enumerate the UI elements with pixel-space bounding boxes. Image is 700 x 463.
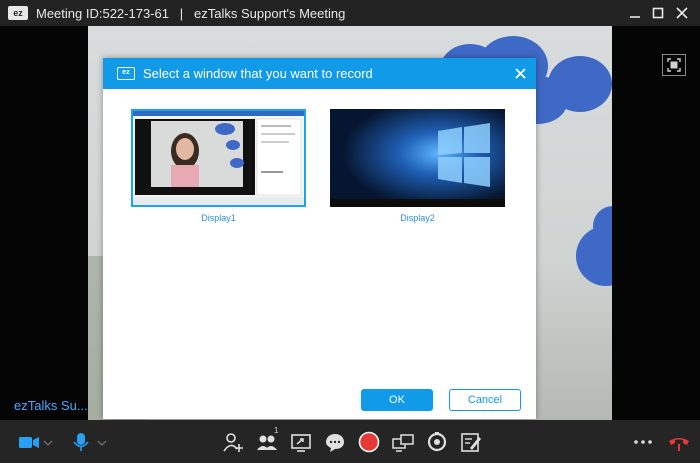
whiteboard-button[interactable] [460,431,482,453]
fullscreen-button[interactable] [662,54,686,76]
participant-name: ezTalks Su... [14,398,88,413]
layout-icon [392,434,414,452]
timer-button[interactable] [426,431,448,453]
maximize-icon [652,7,664,19]
dialog-header: ez Select a window that you want to reco… [103,58,536,89]
share-screen-icon [291,434,311,452]
microphone-icon [73,433,89,451]
minimize-icon [630,16,640,18]
more-icon [634,440,652,444]
invite-icon [223,433,243,452]
close-icon [515,68,526,79]
cloud-decoration [548,56,612,112]
video-options-dropdown[interactable] [42,431,54,453]
video-camera-icon [19,437,39,448]
display1-preview-image [133,111,304,205]
cancel-button[interactable]: Cancel [449,389,521,411]
participants-count-badge: 1 [274,426,279,435]
display2-label[interactable]: Display2 [330,213,505,223]
close-button[interactable] [669,0,695,26]
fullscreen-icon [667,58,681,72]
app-logo: ez [8,6,28,20]
chat-button[interactable] [324,431,346,453]
chat-icon [326,434,344,452]
hang-up-icon [669,438,689,451]
display2-thumbnail[interactable] [330,109,505,207]
maximize-button[interactable] [645,0,671,26]
dialog-close-button[interactable] [513,66,528,81]
layout-button[interactable] [392,431,414,453]
record-window-dialog: ez Select a window that you want to reco… [103,58,536,419]
close-icon [676,7,688,19]
display1-label[interactable]: Display1 [131,213,306,223]
dialog-app-icon: ez [117,67,135,80]
microphone-button[interactable] [70,431,92,453]
title-bar: ez Meeting ID:522-173-61 | ezTalks Suppo… [0,0,700,26]
meeting-toolbar [0,420,700,463]
share-screen-button[interactable] [290,431,312,453]
timer-icon [427,432,447,452]
record-button[interactable] [358,431,380,453]
more-button[interactable] [632,431,654,453]
hang-up-button[interactable] [668,431,690,453]
invite-button[interactable] [222,431,244,453]
audio-options-dropdown[interactable] [96,431,108,453]
window-title: Meeting ID:522-173-61 | ezTalks Support'… [36,6,346,21]
chevron-down-icon [97,440,107,446]
ok-button[interactable]: OK [361,389,433,411]
dialog-title: Select a window that you want to record [143,66,373,81]
display1-thumbnail[interactable] [131,109,306,207]
display2-preview-image [330,109,505,207]
whiteboard-icon [461,433,481,452]
video-button[interactable] [18,431,40,453]
record-icon [358,431,380,453]
chevron-down-icon [43,440,53,446]
